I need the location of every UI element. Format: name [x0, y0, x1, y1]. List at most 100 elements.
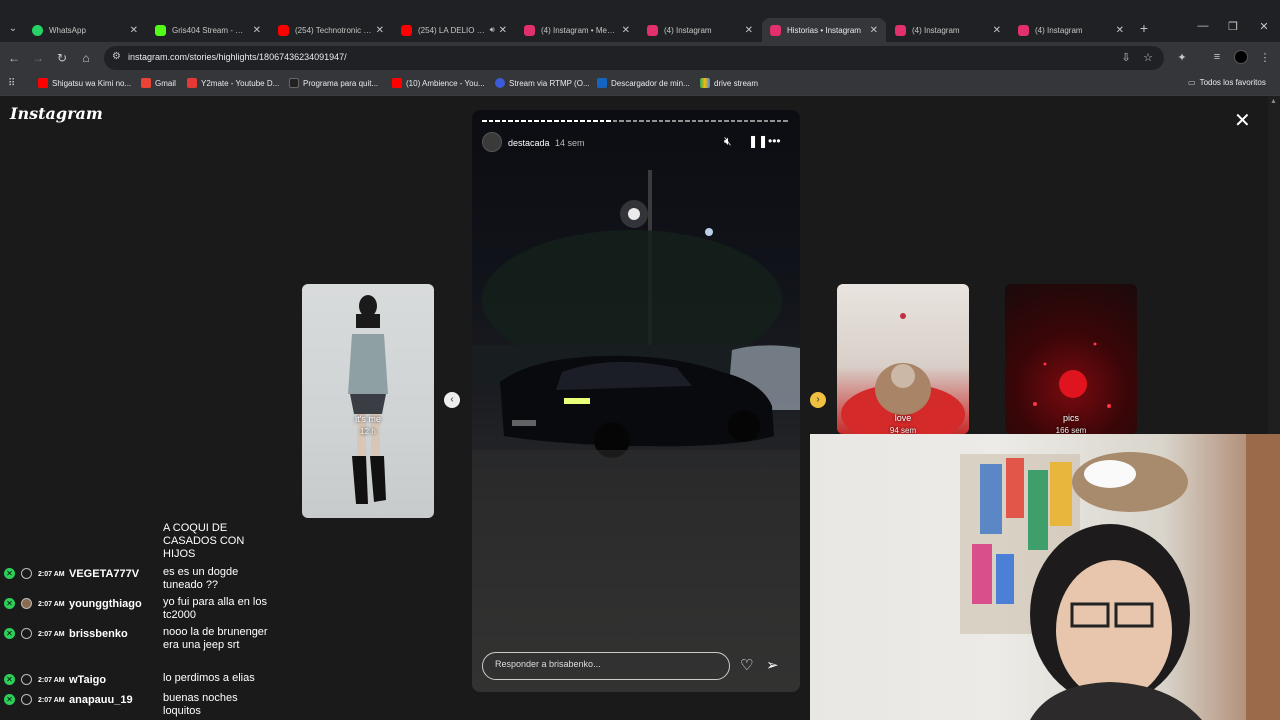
menu-icon[interactable]: ⋮	[1257, 51, 1273, 64]
chat-username[interactable]: anapauu_19	[69, 694, 133, 706]
chat-time: 2:07 AM	[38, 631, 65, 638]
close-icon[interactable]: ✕	[870, 25, 878, 36]
avatar[interactable]	[482, 132, 502, 152]
bookmark-star-icon[interactable]: ☆	[1140, 51, 1156, 64]
tab-youtube-delio[interactable]: (254) LA DELIO VALDEZ 🔊︎ ✕	[393, 18, 515, 42]
install-app-icon[interactable]: ⇩	[1118, 51, 1134, 64]
reply-field[interactable]	[482, 652, 730, 680]
bookmark-label: Gmail	[155, 78, 176, 88]
preview-label: love	[894, 413, 912, 423]
reload-icon[interactable]: ↻	[54, 50, 70, 66]
chat-text: es es un dogde tuneado ??	[163, 566, 239, 591]
story-preview-love[interactable]: love 94 sem	[837, 284, 969, 434]
bookmark-y2mate[interactable]: Y2mate - Youtube D...	[187, 78, 279, 88]
muted-icon[interactable]: 🔇︎	[724, 134, 732, 149]
send-icon[interactable]: ➢	[766, 656, 779, 674]
story-preview-pics[interactable]: pics 166 sem	[1005, 284, 1137, 434]
close-icon[interactable]: ✕	[745, 25, 753, 36]
folder-icon: ▭	[1188, 78, 1196, 87]
user-icon	[21, 674, 32, 685]
home-icon[interactable]: ⌂	[78, 50, 94, 66]
minimize-icon[interactable]: —	[1194, 20, 1212, 32]
chat-message: ✕ 2:07 AM wTaigo lo perdimos a elias	[0, 672, 270, 690]
pause-icon[interactable]: ❚❚	[748, 134, 768, 148]
tab-youtube-technotronic[interactable]: (254) Technotronic - Pump ✕	[270, 18, 392, 42]
tab-kick[interactable]: Gris404 Stream - Watch ✕	[147, 18, 269, 42]
scroll-up-icon[interactable]: ▲	[1270, 98, 1277, 105]
tab-label: WhatsApp	[49, 25, 86, 35]
bookmark-label: Shigatsu wa Kimi no...	[52, 78, 132, 88]
tab-instagram[interactable]: (4) Instagram ✕	[887, 18, 1009, 42]
speaker-icon[interactable]: 🔊︎	[490, 25, 495, 35]
tab-search-button[interactable]: ⌄	[4, 20, 22, 38]
back-icon[interactable]: ←	[6, 50, 22, 66]
close-icon[interactable]: ✕	[130, 25, 138, 36]
chat-time: 2:07 AM	[38, 571, 65, 578]
chat-message: ✕ 2:07 AM brissbenko nooo la de brunenge…	[0, 626, 270, 676]
more-options-icon[interactable]: •••	[768, 134, 781, 148]
extensions-icon[interactable]: ✦	[1174, 51, 1190, 64]
tab-whatsapp[interactable]: WhatsApp ✕	[24, 18, 146, 42]
url-text[interactable]: instagram.com/stories/highlights/1806743…	[128, 52, 347, 62]
story-viewer[interactable]: destacada 14 sem 🔇︎ ❚❚ ••• ♡ ➢	[472, 110, 800, 692]
bookmark-ambience[interactable]: (10) Ambience - You...	[392, 78, 485, 88]
tab-label: (4) Instagram • Mensajes	[541, 25, 618, 35]
tab-label: (254) Technotronic - Pump	[295, 25, 372, 35]
tab-label: (4) Instagram	[912, 25, 960, 35]
close-icon[interactable]: ✕	[499, 25, 507, 36]
instagram-logo[interactable]: Instagram	[10, 104, 103, 123]
instagram-icon	[895, 24, 906, 36]
moderator-badge-icon: ✕	[4, 674, 15, 685]
bookmark-descargador[interactable]: Descargador de min...	[597, 78, 690, 88]
user-icon	[21, 628, 32, 639]
bookmarks-bar: ⠿ Shigatsu wa Kimi no... Gmail Y2mate - …	[0, 74, 1280, 96]
apps-icon[interactable]: ⠿	[8, 78, 15, 89]
tab-instagram[interactable]: (4) Instagram ✕	[639, 18, 761, 42]
forward-icon[interactable]: →	[30, 50, 46, 66]
preview-time: 94 sem	[889, 426, 917, 434]
story-username[interactable]: destacada	[508, 138, 550, 148]
tab-instagram-messages[interactable]: (4) Instagram • Mensajes ✕	[516, 18, 638, 42]
close-icon[interactable]: ✕	[1234, 108, 1251, 133]
media-control-icon[interactable]: ≡	[1209, 51, 1225, 63]
bookmarks-folder[interactable]: ▭ Todos los favoritos	[1188, 78, 1266, 87]
story-preview-its-me[interactable]: it's me 12 h	[302, 284, 434, 518]
bookmark-shigatsu[interactable]: Shigatsu wa Kimi no...	[38, 78, 131, 88]
whatsapp-icon	[32, 24, 43, 36]
youtube-icon	[401, 24, 412, 36]
chat-username[interactable]: younggthiago	[69, 598, 142, 610]
close-icon[interactable]: ✕	[622, 25, 630, 36]
restore-icon[interactable]: ❐	[1224, 20, 1242, 33]
moderator-badge-icon: ✕	[4, 598, 15, 609]
y2mate-icon	[187, 78, 197, 88]
new-tab-button[interactable]: +	[1136, 20, 1152, 36]
previous-story-button[interactable]: ‹	[444, 392, 460, 408]
close-icon[interactable]: ✕	[376, 25, 384, 36]
chat-username[interactable]: wTaigo	[69, 674, 106, 686]
reply-input[interactable]	[495, 659, 715, 669]
tab-instagram-stories-active[interactable]: Historias • Instagram ✕	[762, 18, 886, 42]
chat-text: buenas noches loquitos	[163, 692, 238, 717]
chat-time: 2:07 AM	[38, 677, 65, 684]
window-close-icon[interactable]: ✕	[1255, 20, 1273, 33]
close-icon[interactable]: ✕	[993, 25, 1001, 36]
bookmark-gmail[interactable]: Gmail	[141, 78, 176, 88]
chat-username[interactable]: VEGETA777V	[69, 568, 139, 580]
chat-message: ✕ 2:07 AM younggthiago yo fui para alla …	[0, 596, 270, 624]
next-story-button[interactable]: ›	[810, 392, 826, 408]
site-info-icon[interactable]: ⚙	[112, 51, 121, 62]
close-icon[interactable]: ✕	[1116, 25, 1124, 36]
user-avatar-icon	[21, 598, 32, 609]
close-icon[interactable]: ✕	[253, 25, 261, 36]
address-bar[interactable]: ⚙ instagram.com/stories/highlights/18067…	[104, 46, 1164, 70]
chat-username[interactable]: brissbenko	[69, 628, 128, 640]
bookmark-programa[interactable]: Programa para quit...	[289, 78, 378, 88]
heart-icon[interactable]: ♡	[740, 656, 753, 674]
bookmark-drive[interactable]: drive stream	[700, 78, 758, 88]
bookmark-icon	[597, 78, 607, 88]
tab-instagram[interactable]: (4) Instagram ✕	[1010, 18, 1132, 42]
bookmark-rtmp[interactable]: Stream via RTMP (O...	[495, 78, 590, 88]
profile-avatar[interactable]	[1234, 50, 1248, 64]
youtube-icon	[392, 78, 402, 88]
tab-label: (4) Instagram	[1035, 25, 1083, 35]
